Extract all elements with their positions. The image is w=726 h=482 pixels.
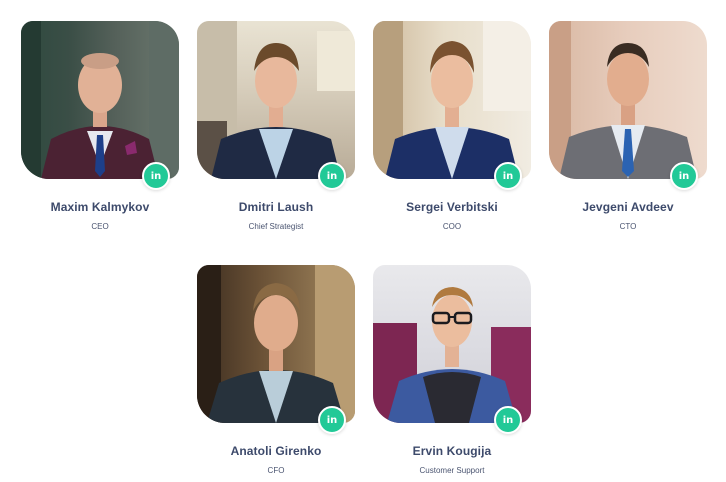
member-photo — [549, 21, 707, 179]
member-photo — [373, 21, 531, 179]
member-photo — [373, 265, 531, 423]
team-member-card: in Jevgeni Avdeev CTO — [549, 21, 707, 231]
person-portrait — [197, 21, 355, 179]
linkedin-icon[interactable]: in — [142, 162, 170, 190]
member-role: CFO — [267, 466, 285, 475]
member-name: Maxim Kalmykov — [50, 200, 150, 214]
person-portrait — [549, 21, 697, 179]
member-role: Chief Strategist — [248, 222, 304, 231]
team-member-card: in Sergei Verbitski COO — [373, 21, 531, 231]
team-member-card: in Anatoli Girenko CFO — [197, 265, 355, 475]
member-role: CEO — [91, 222, 109, 231]
member-role: COO — [442, 222, 462, 231]
member-name: Jevgeni Avdeev — [582, 200, 674, 214]
linkedin-icon[interactable]: in — [670, 162, 698, 190]
member-photo — [21, 21, 179, 179]
member-name: Anatoli Girenko — [230, 444, 322, 458]
member-role: CTO — [619, 222, 637, 231]
member-name: Ervin Kougija — [412, 444, 492, 458]
linkedin-icon[interactable]: in — [494, 406, 522, 434]
linkedin-icon[interactable]: in — [318, 406, 346, 434]
member-role: Customer Support — [419, 466, 485, 475]
person-portrait — [373, 21, 531, 179]
person-portrait — [197, 265, 355, 423]
member-name: Dmitri Laush — [238, 200, 314, 214]
member-name: Sergei Verbitski — [406, 200, 498, 214]
member-photo — [197, 265, 355, 423]
team-grid: in Maxim Kalmykov CEO in Dmitri Laush Ch… — [0, 0, 726, 482]
member-photo — [197, 21, 355, 179]
linkedin-icon[interactable]: in — [318, 162, 346, 190]
person-portrait — [21, 21, 179, 179]
person-portrait — [373, 287, 531, 423]
team-member-card: in Maxim Kalmykov CEO — [21, 21, 179, 231]
linkedin-icon[interactable]: in — [494, 162, 522, 190]
team-member-card: in Ervin Kougija Customer Support — [373, 265, 531, 475]
team-member-card: in Dmitri Laush Chief Strategist — [197, 21, 355, 231]
